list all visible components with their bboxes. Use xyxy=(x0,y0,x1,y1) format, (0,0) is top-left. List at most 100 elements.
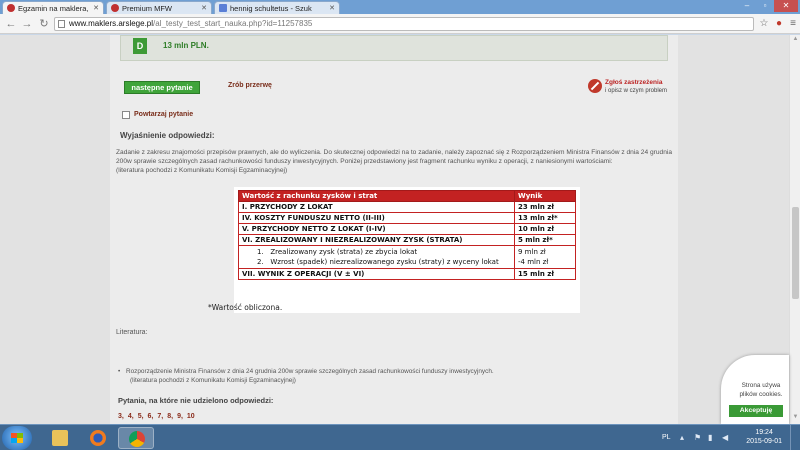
explanation-heading: Wyjaśnienie odpowiedzi: xyxy=(120,131,215,140)
accept-cookies-button[interactable]: Akceptuję xyxy=(729,405,783,417)
table-row: IV. KOSZTY FUNDUSZU NETTO (II-III) 13 ml… xyxy=(238,212,576,224)
firefox-icon xyxy=(90,430,106,446)
tab-search[interactable]: hennig schultetus - Szuk ✕ xyxy=(214,1,340,14)
reload-icon[interactable]: ↻ xyxy=(37,17,51,31)
next-question-button[interactable]: następne pytanie xyxy=(124,81,200,94)
row-value: 23 mln zł xyxy=(514,201,576,213)
tray-arrow-icon[interactable]: ▴ xyxy=(680,433,684,442)
subrow-labels: 1. Zrealizowany zysk (strata) ze zbycia … xyxy=(238,245,515,269)
row-label: V. PRZYCHODY NETTO Z LOKAT (I-IV) xyxy=(238,223,515,235)
explorer-taskbar-button[interactable] xyxy=(42,427,78,449)
report-title: Zgłoś zastrzeżenia xyxy=(605,79,663,86)
row-value: 5 mln zł* xyxy=(514,234,576,246)
subrow-values: 9 mln zł -4 mln zł xyxy=(514,245,576,269)
cookie-text: Strona używa plików cookies. xyxy=(739,382,783,398)
row-value: 10 mln zł xyxy=(514,223,576,235)
minimize-icon[interactable]: – xyxy=(738,0,756,12)
table-row: I. PRZYCHODY Z LOKAT 23 mln zł xyxy=(238,201,576,213)
close-window-icon[interactable]: ✕ xyxy=(774,0,798,12)
report-icon xyxy=(588,79,602,93)
clock-time: 19:24 xyxy=(755,429,773,436)
explanation-text: Zadanie z zakresu znajomości przepisów p… xyxy=(116,148,672,175)
forward-icon[interactable]: → xyxy=(20,17,34,31)
content-area: D 13 mln PLN. następne pytanie Zrób prze… xyxy=(110,35,678,424)
back-icon[interactable]: ← xyxy=(4,17,18,31)
browser-toolbar: ← → ↻ www.maklers.arslege.pl/al_testy_te… xyxy=(0,14,800,34)
table-row: VII. WYNIK Z OPERACJI (V ± VI) 15 mln zł xyxy=(238,268,576,280)
windows-logo-icon xyxy=(11,433,23,443)
show-desktop-button[interactable] xyxy=(790,425,800,450)
literature-item: • Rozporządzenie Ministra Finansów z dni… xyxy=(118,367,646,385)
scroll-down-icon[interactable]: ▼ xyxy=(791,414,800,423)
take-break-link[interactable]: Zrób przerwę xyxy=(228,82,272,89)
folder-icon xyxy=(52,430,68,446)
question-link[interactable]: 9, xyxy=(177,413,183,420)
report-subtitle: i opisz w czym problem xyxy=(605,88,668,94)
question-link[interactable]: 7, xyxy=(157,413,163,420)
row-label: VI. ZREALIZOWANY I NIEZREALIZOWANY ZYSK … xyxy=(238,234,515,246)
question-link[interactable]: 8, xyxy=(167,413,173,420)
network-icon[interactable]: ▮ xyxy=(708,433,712,442)
repeat-question-checkbox[interactable] xyxy=(122,111,130,119)
tab-label: Egzamin na maklera, test xyxy=(18,3,90,13)
close-tab-icon[interactable]: ✕ xyxy=(93,4,99,12)
start-button[interactable] xyxy=(2,426,32,450)
calculated-note: *Wartość obliczona. xyxy=(208,303,283,312)
answer-text: 13 mln PLN. xyxy=(163,41,209,50)
menu-icon[interactable]: ≡ xyxy=(786,17,800,31)
extension-icon[interactable]: ● xyxy=(772,17,786,31)
title-bar: Egzamin na maklera, test ✕ Premium MFW ✕… xyxy=(0,0,800,14)
row-label: VII. WYNIK Z OPERACJI (V ± VI) xyxy=(238,268,515,280)
subrow-label: 1. Zrealizowany zysk (strata) ze zbycia … xyxy=(257,248,418,256)
table-header-row: Wartość z rachunku zysków i strat Wynik xyxy=(238,190,576,202)
result-table-image: Wartość z rachunku zysków i strat Wynik … xyxy=(234,187,580,313)
tab-label: Premium MFW xyxy=(122,3,172,13)
google-favicon-icon xyxy=(219,4,227,12)
address-bar[interactable]: www.maklers.arslege.pl/al_testy_test_sta… xyxy=(54,17,754,31)
question-link[interactable]: 6, xyxy=(148,413,154,420)
explanation-source: (literatura pochodzi z Komunikatu Komisj… xyxy=(116,167,288,174)
language-indicator[interactable]: PL xyxy=(662,434,671,441)
tab-premium[interactable]: Premium MFW ✕ xyxy=(106,1,212,14)
column-header: Wynik xyxy=(514,190,576,202)
chrome-icon xyxy=(129,431,145,447)
literature-text: Rozporządzenie Ministra Finansów z dnia … xyxy=(126,368,494,375)
page-viewport: D 13 mln PLN. następne pytanie Zrób prze… xyxy=(0,35,789,424)
close-tab-icon[interactable]: ✕ xyxy=(329,4,335,12)
site-favicon-icon xyxy=(7,4,15,12)
correct-answer-box: D 13 mln PLN. xyxy=(120,35,668,61)
url-host: www.maklers.arslege.pl xyxy=(69,19,154,28)
question-link[interactable]: 5, xyxy=(138,413,144,420)
income-statement-table: Wartość z rachunku zysków i strat Wynik … xyxy=(238,190,576,280)
scrollbar-thumb[interactable] xyxy=(792,207,799,299)
question-link[interactable]: 4, xyxy=(128,413,134,420)
taskbar: PL ▴ ⚑ ▮ ◀ 19:24 2015-09-01 xyxy=(0,424,800,450)
unanswered-heading: Pytania, na które nie udzielono odpowied… xyxy=(118,396,274,405)
table-subrow: 1. Zrealizowany zysk (strata) ze zbycia … xyxy=(238,245,576,269)
page-info-icon[interactable] xyxy=(58,20,65,28)
literature-source: (literatura pochodzi z Komunikatu Komisj… xyxy=(130,377,296,384)
repeat-question-label[interactable]: Powtarzaj pytanie xyxy=(134,111,193,118)
chrome-taskbar-button[interactable] xyxy=(118,427,154,449)
bookmark-star-icon[interactable]: ☆ xyxy=(757,17,771,31)
question-link[interactable]: 10 xyxy=(187,413,195,420)
close-tab-icon[interactable]: ✕ xyxy=(201,4,207,12)
maximize-icon[interactable]: ▫ xyxy=(756,0,774,12)
scroll-up-icon[interactable]: ▲ xyxy=(791,36,800,45)
row-label: IV. KOSZTY FUNDUSZU NETTO (II-III) xyxy=(238,212,515,224)
row-value: 13 mln zł* xyxy=(514,212,576,224)
cookie-notice: Strona używa plików cookies. Akceptuję xyxy=(721,355,789,424)
firefox-taskbar-button[interactable] xyxy=(80,427,116,449)
table-row: VI. ZREALIZOWANY I NIEZREALIZOWANY ZYSK … xyxy=(238,234,576,246)
flag-icon[interactable]: ⚑ xyxy=(694,433,701,442)
tab-egzamin[interactable]: Egzamin na maklera, test ✕ xyxy=(2,1,104,14)
url-path: /al_testy_test_start_nauka.php?id=112578… xyxy=(153,19,313,28)
bullet-icon: • xyxy=(118,368,121,375)
question-link[interactable]: 3, xyxy=(118,413,124,420)
subrow-value: 9 mln zł xyxy=(518,248,546,256)
volume-icon[interactable]: ◀ xyxy=(722,433,728,442)
subrow-value: -4 mln zł xyxy=(518,258,549,266)
vertical-scrollbar[interactable]: ▲ ▼ xyxy=(789,35,800,424)
clock[interactable]: 19:24 2015-09-01 xyxy=(746,428,782,446)
site-favicon-icon xyxy=(111,4,119,12)
